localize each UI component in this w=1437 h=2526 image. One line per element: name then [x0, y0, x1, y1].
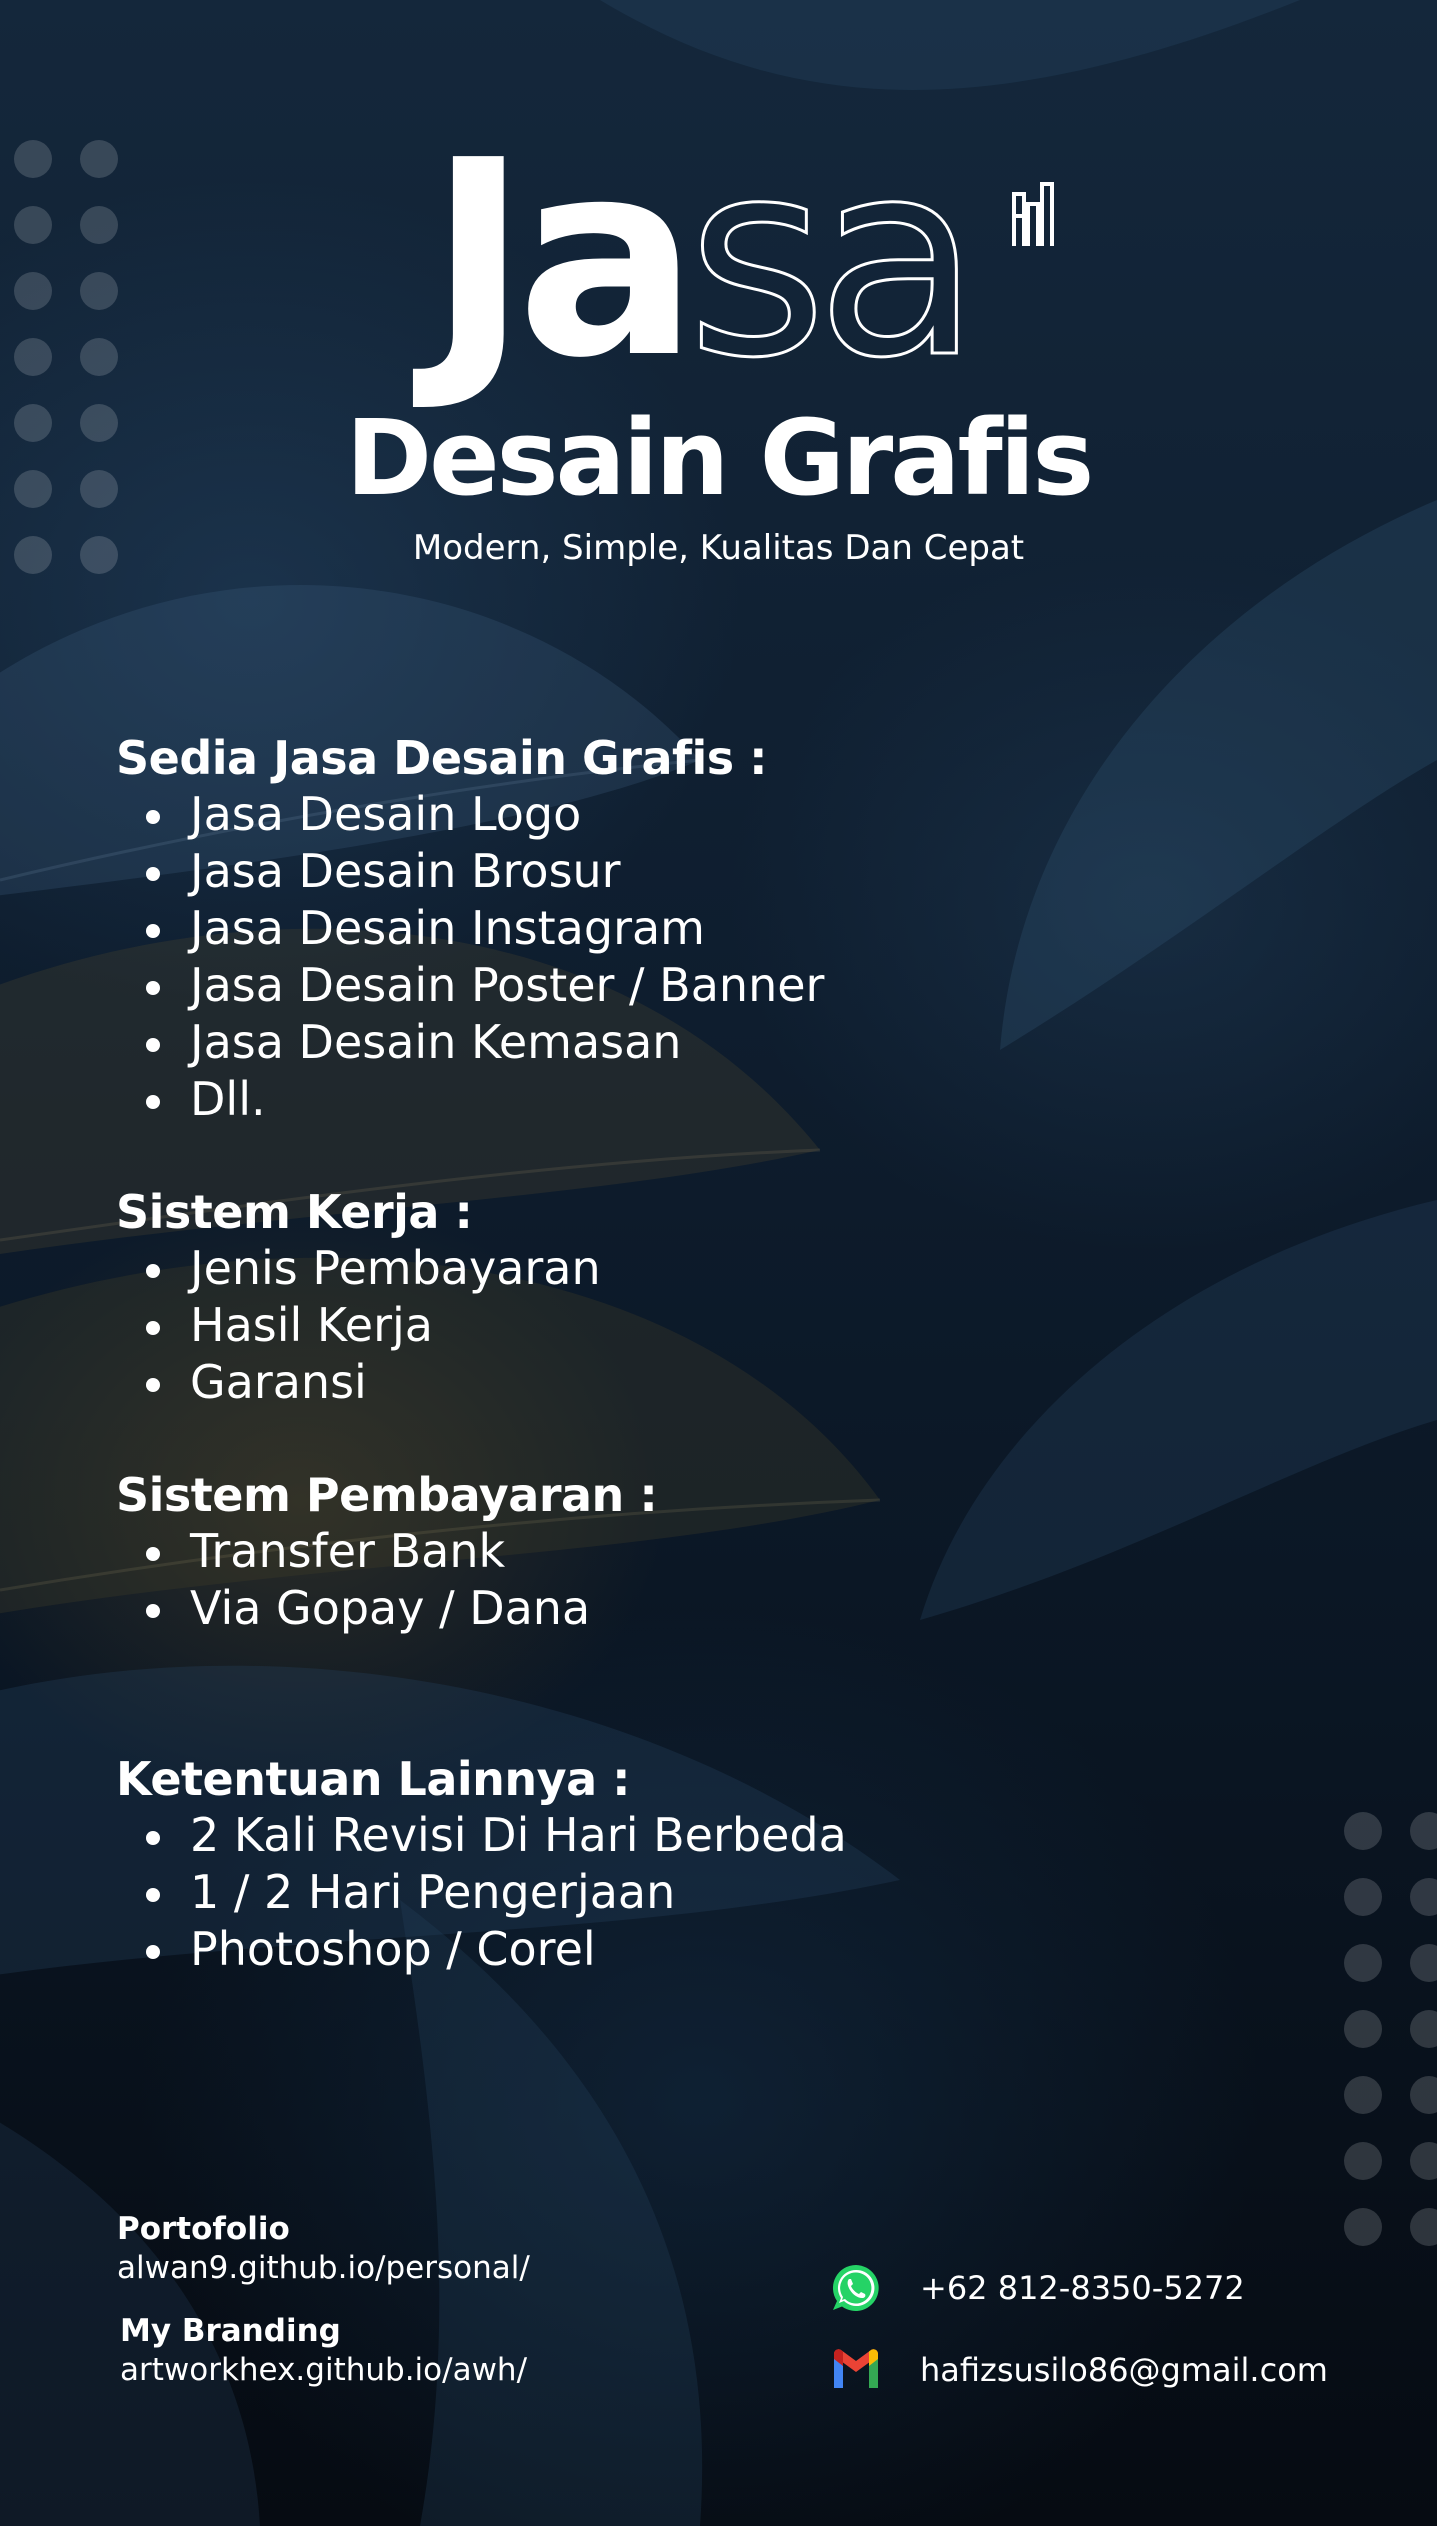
list-item: Hasil Kerja: [146, 1297, 1116, 1354]
portfolio-link[interactable]: alwan9.github.io/personal/: [117, 2248, 530, 2288]
list-item: Jasa Desain Brosur: [146, 843, 1116, 900]
gmail-icon: [834, 2349, 878, 2388]
brand-logo-icon: [1012, 182, 1054, 246]
list-item: Jasa Desain Kemasan: [146, 1014, 1116, 1071]
branding-link[interactable]: artworkhex.github.io/awh/: [120, 2350, 530, 2390]
terms-list: 2 Kali Revisi Di Hari Berbeda 1 / 2 Hari…: [116, 1807, 1116, 1978]
list-item: Via Gopay / Dana: [146, 1580, 1116, 1637]
list-item: Garansi: [146, 1354, 1116, 1411]
list-item: Jenis Pembayaran: [146, 1240, 1116, 1297]
section-heading: Sistem Kerja :: [116, 1185, 473, 1239]
work-system-list: Jenis Pembayaran Hasil Kerja Garansi: [116, 1240, 1116, 1411]
footer-links: Portofolio alwan9.github.io/personal/ My…: [117, 2210, 530, 2390]
list-item: Jasa Desain Poster / Banner: [146, 957, 1116, 1014]
phone-number: +62 812-8350-5272: [920, 2269, 1245, 2307]
service-list: Jasa Desain Logo Jasa Desain Brosur Jasa…: [116, 786, 1116, 1128]
section-heading: Sedia Jasa Desain Grafis :: [116, 731, 768, 785]
tagline: Modern, Simple, Kualitas Dan Cepat: [412, 528, 1025, 568]
list-item: 1 / 2 Hari Pengerjaan: [146, 1864, 1116, 1921]
email-contact[interactable]: hafizsusilo86@gmail.com: [830, 2344, 1328, 2396]
headline-solid: Ja: [428, 102, 699, 417]
headline-jasa: Jasa: [428, 123, 982, 396]
section-services: Sedia Jasa Desain Grafis : Jasa Desain L…: [116, 730, 1116, 1128]
section-work-system: Sistem Kerja : Jenis Pembayaran Hasil Ke…: [116, 1184, 1116, 1411]
section-heading: Sistem Pembayaran :: [116, 1468, 658, 1522]
whatsapp-icon: [832, 2265, 879, 2311]
hero-header: Jasa Desain Grafis Modern, Simple, Kuali…: [0, 123, 1437, 570]
list-item: Dll.: [146, 1071, 1116, 1128]
branding-label: My Branding: [120, 2313, 341, 2349]
list-item: Jasa Desain Instagram: [146, 900, 1116, 957]
portfolio-block: Portofolio alwan9.github.io/personal/: [117, 2210, 530, 2288]
payment-list: Transfer Bank Via Gopay / Dana: [116, 1523, 1116, 1637]
footer-contacts: +62 812-8350-5272 hafizsusilo86@gmail.co…: [830, 2262, 1328, 2426]
section-payment-system: Sistem Pembayaran : Transfer Bank Via Go…: [116, 1467, 1116, 1637]
section-other-terms: Ketentuan Lainnya : 2 Kali Revisi Di Har…: [116, 1751, 1116, 1978]
service-content: Sedia Jasa Desain Grafis : Jasa Desain L…: [116, 730, 1116, 1978]
headline-outline: sa: [685, 102, 982, 417]
section-heading: Ketentuan Lainnya :: [116, 1752, 631, 1806]
list-item: 2 Kali Revisi Di Hari Berbeda: [146, 1807, 1116, 1864]
list-item: Transfer Bank: [146, 1523, 1116, 1580]
email-address: hafizsusilo86@gmail.com: [920, 2351, 1328, 2389]
list-item: Photoshop / Corel: [146, 1921, 1116, 1978]
decorative-dots-bottom-right: [1344, 1812, 1437, 2246]
whatsapp-contact[interactable]: +62 812-8350-5272: [830, 2262, 1328, 2314]
branding-block: My Branding artworkhex.github.io/awh/: [120, 2312, 530, 2390]
portfolio-label: Portofolio: [117, 2211, 290, 2247]
list-item: Jasa Desain Logo: [146, 786, 1116, 843]
